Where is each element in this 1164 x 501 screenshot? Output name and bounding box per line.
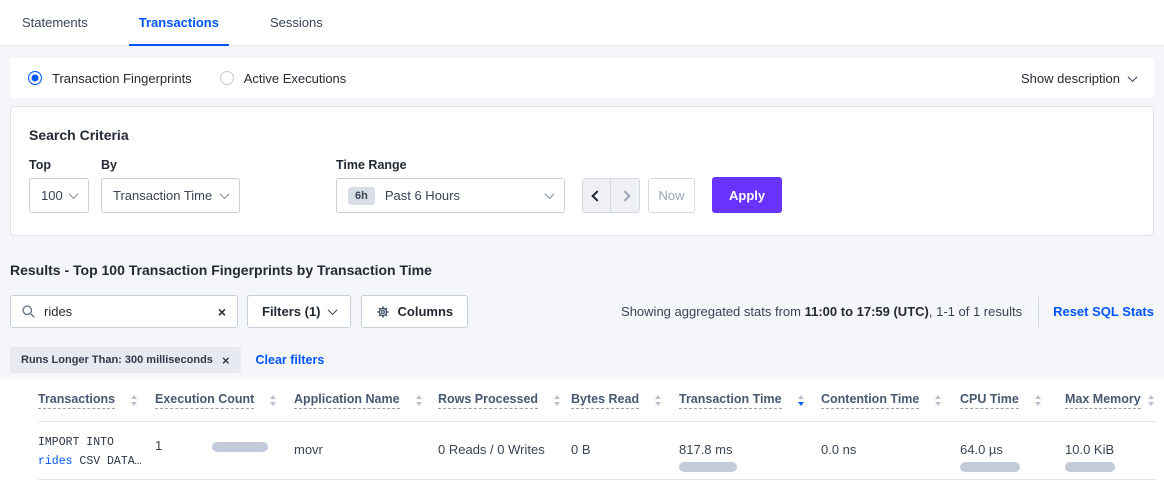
top-select-value: 100 <box>41 188 63 203</box>
column-header-transaction-time[interactable]: Transaction Time <box>679 392 821 409</box>
column-header-max-memory[interactable]: Max Memory <box>1065 392 1156 409</box>
filter-chip-label: Runs Longer Than: 300 milliseconds <box>21 354 213 366</box>
sort-icon[interactable] <box>935 395 941 406</box>
column-header-transactions[interactable]: Transactions <box>38 392 155 409</box>
vertical-divider <box>1038 297 1039 327</box>
reset-sql-stats-link[interactable]: Reset SQL Stats <box>1053 304 1154 319</box>
transaction-time-cell: 817.8 ms <box>679 422 821 472</box>
sort-icon[interactable] <box>655 395 661 406</box>
application-name-cell: movr <box>294 422 438 457</box>
time-range-field: Time Range 6h Past 6 Hours <box>336 158 565 213</box>
table-row: IMPORT INTO rides CSV DATA… 1 movr 0 Rea… <box>38 422 1156 480</box>
radio-label: Transaction Fingerprints <box>52 71 192 86</box>
sort-icon[interactable] <box>554 395 560 406</box>
column-header-cpu-time[interactable]: CPU Time <box>960 392 1065 409</box>
chevron-down-icon <box>69 189 79 199</box>
chevron-down-icon <box>1128 72 1138 82</box>
top-label: Top <box>29 158 101 172</box>
chevron-down-icon <box>220 189 230 199</box>
clear-filters-link[interactable]: Clear filters <box>256 353 325 367</box>
radio-active-executions[interactable]: Active Executions <box>220 71 347 86</box>
radio-label: Active Executions <box>244 71 347 86</box>
time-range-select[interactable]: 6h Past 6 Hours <box>336 178 565 213</box>
chevron-down-icon <box>545 189 555 199</box>
sort-icon[interactable] <box>131 395 137 406</box>
view-toggle-radios: Transaction Fingerprints Active Executio… <box>28 71 346 86</box>
cpu-time-cell: 64.0 µs <box>960 422 1065 472</box>
bytes-read-cell: 0 B <box>571 422 679 457</box>
max-memory-cell: 10.0 KiB <box>1065 422 1156 472</box>
radio-selected-icon <box>28 71 42 85</box>
sort-icon[interactable] <box>1148 395 1154 406</box>
time-window-nav <box>582 178 640 213</box>
by-field: By Transaction Time <box>101 158 248 213</box>
radio-unselected-icon <box>220 71 234 85</box>
transaction-time-bar <box>679 462 737 472</box>
search-criteria-controls: Top 100 By Transaction Time Time Range 6… <box>29 158 1135 213</box>
tab-transactions[interactable]: Transactions <box>129 0 229 45</box>
aggregated-stats-text: Showing aggregated stats from 11:00 to 1… <box>621 304 1022 319</box>
transaction-fingerprint-link[interactable]: IMPORT INTO rides CSV DATA… <box>38 422 155 471</box>
cpu-time-bar <box>960 462 1020 472</box>
previous-time-window-button[interactable] <box>583 179 611 212</box>
view-toggle-bar: Transaction Fingerprints Active Executio… <box>10 58 1154 98</box>
clear-search-icon[interactable]: × <box>218 305 226 319</box>
sql-activity-page: Statements Transactions Sessions Transac… <box>0 0 1164 501</box>
tab-sessions[interactable]: Sessions <box>260 0 333 45</box>
columns-button-label: Columns <box>398 304 454 319</box>
top-field: Top 100 <box>29 158 101 213</box>
radio-transaction-fingerprints[interactable]: Transaction Fingerprints <box>28 71 192 86</box>
column-header-rows-processed[interactable]: Rows Processed <box>438 392 571 409</box>
results-toolbar: × Filters (1) Columns Showing aggregated… <box>10 295 1154 328</box>
max-memory-bar <box>1065 462 1115 472</box>
chevron-right-icon <box>619 190 630 201</box>
results-heading: Results - Top 100 Transaction Fingerprin… <box>10 262 1154 278</box>
transactions-table: Transactions Execution Count Application… <box>0 379 1164 501</box>
column-header-contention-time[interactable]: Contention Time <box>821 392 960 409</box>
time-range-label: Time Range <box>336 158 565 172</box>
active-filters-row: Runs Longer Than: 300 milliseconds × Cle… <box>10 347 1154 373</box>
contention-time-cell: 0.0 ns <box>821 422 960 457</box>
chevron-down-icon <box>327 305 337 315</box>
filters-button-label: Filters (1) <box>262 304 321 319</box>
search-criteria-title: Search Criteria <box>29 127 1135 143</box>
filters-button[interactable]: Filters (1) <box>247 295 351 328</box>
results-search-box: × <box>10 295 238 328</box>
table-header-row: Transactions Execution Count Application… <box>38 379 1156 422</box>
by-label: By <box>101 158 248 172</box>
execution-count-cell: 1 <box>155 422 294 453</box>
search-criteria-panel: Search Criteria Top 100 By Transaction T… <box>10 106 1154 236</box>
apply-button[interactable]: Apply <box>712 177 782 213</box>
sort-icon[interactable] <box>416 395 422 406</box>
sort-icon[interactable] <box>1035 395 1041 406</box>
time-range-value: Past 6 Hours <box>385 188 460 203</box>
execution-count-bar <box>212 442 268 452</box>
by-select[interactable]: Transaction Time <box>101 178 240 213</box>
show-description-toggle[interactable]: Show description <box>1021 71 1136 86</box>
column-header-execution-count[interactable]: Execution Count <box>155 392 294 409</box>
gear-icon <box>376 305 390 319</box>
top-select[interactable]: 100 <box>29 178 89 213</box>
search-icon <box>22 305 35 318</box>
now-button[interactable]: Now <box>648 178 695 213</box>
time-range-badge: 6h <box>348 187 375 205</box>
rows-processed-cell: 0 Reads / 0 Writes <box>438 422 571 457</box>
by-select-value: Transaction Time <box>113 188 212 203</box>
sort-icon[interactable] <box>270 395 276 406</box>
chevron-left-icon <box>591 190 602 201</box>
filter-chip: Runs Longer Than: 300 milliseconds × <box>10 347 241 373</box>
columns-button[interactable]: Columns <box>361 295 469 328</box>
tab-bar: Statements Transactions Sessions <box>0 0 1164 46</box>
column-header-bytes-read[interactable]: Bytes Read <box>571 392 679 409</box>
show-description-label: Show description <box>1021 71 1120 86</box>
search-input[interactable] <box>44 304 218 319</box>
remove-filter-icon[interactable]: × <box>222 354 230 367</box>
next-time-window-button[interactable] <box>611 179 639 212</box>
tab-statements[interactable]: Statements <box>12 0 98 45</box>
column-header-application-name[interactable]: Application Name <box>294 392 438 409</box>
sort-icon[interactable] <box>798 395 804 406</box>
